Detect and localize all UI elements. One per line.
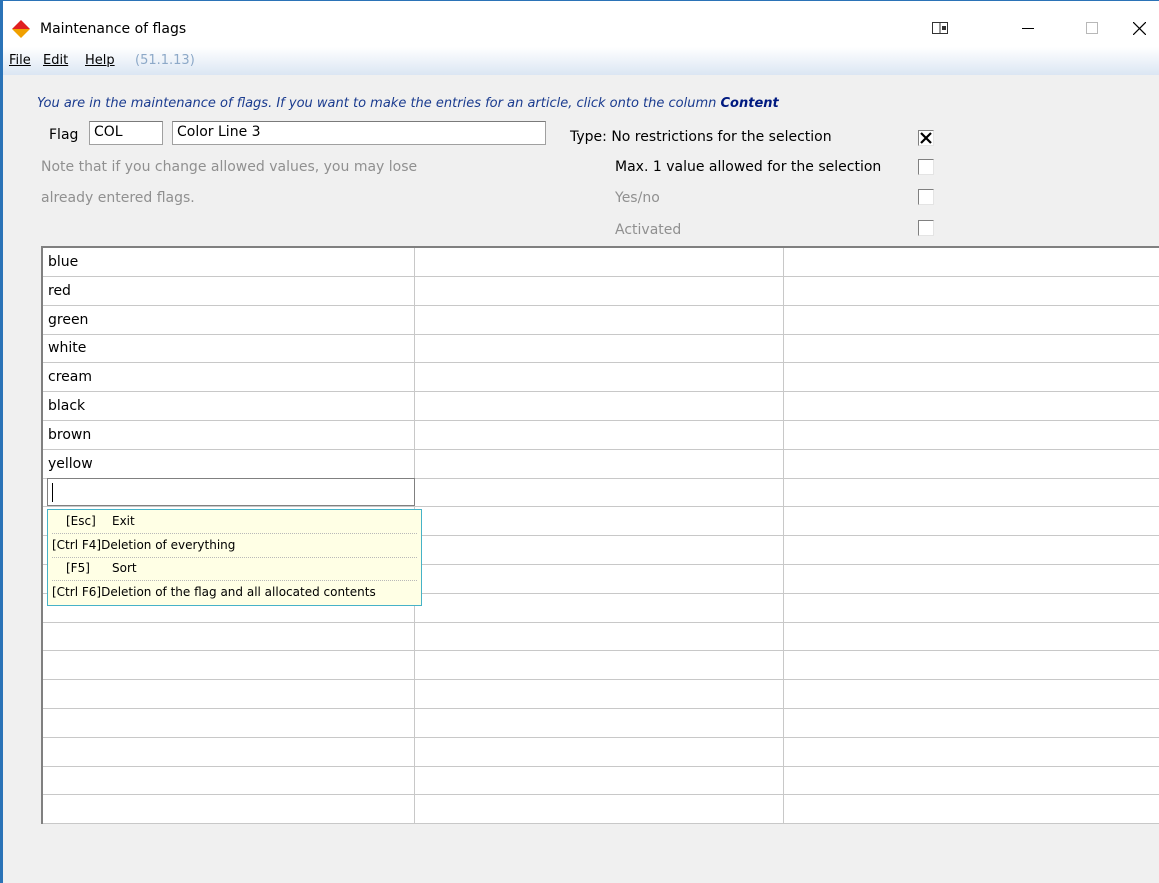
menu-edit[interactable]: Edit bbox=[43, 53, 68, 68]
table-row[interactable]: cream bbox=[43, 363, 1159, 393]
shortcut-action: Exit bbox=[112, 514, 135, 528]
menu-help[interactable]: Help bbox=[85, 53, 115, 68]
window-layout-icon bbox=[932, 22, 948, 34]
info-text: You are in the maintenance of flags. If … bbox=[37, 96, 717, 111]
option-yesno-checkbox[interactable] bbox=[918, 189, 934, 205]
shortcut-action: Sort bbox=[112, 561, 137, 575]
table-row[interactable] bbox=[43, 709, 1159, 738]
close-icon bbox=[1132, 21, 1146, 35]
flag-description-value: Color Line 3 bbox=[177, 124, 261, 140]
shortcut-key: [Ctrl F6] bbox=[52, 584, 102, 599]
shortcut-item[interactable]: [Esc] Exit bbox=[52, 511, 417, 534]
option-yesno-label: Yes/no bbox=[615, 190, 660, 206]
info-message: You are in the maintenance of flags. If … bbox=[37, 96, 779, 111]
flag-code-value: COL bbox=[94, 124, 123, 140]
menu-edit-label: Edit bbox=[43, 53, 69, 68]
option-type-checkbox[interactable] bbox=[918, 130, 934, 146]
table-row[interactable] bbox=[43, 680, 1159, 709]
value-cell: blue bbox=[48, 254, 79, 270]
table-row[interactable] bbox=[43, 795, 1159, 825]
table-row[interactable] bbox=[43, 766, 1159, 796]
flag-code-field[interactable]: COL bbox=[89, 121, 163, 145]
option-max1-label: Max. 1 value allowed for the selection bbox=[615, 159, 882, 175]
note-line-2: already entered flags. bbox=[41, 190, 195, 206]
shortcut-item[interactable]: [F5] Sort bbox=[52, 558, 417, 581]
shortcut-key: [Ctrl F4] bbox=[52, 537, 102, 552]
menu-file-label: File bbox=[9, 53, 31, 68]
table-row[interactable]: brown bbox=[43, 421, 1159, 450]
value-cell: brown bbox=[48, 426, 92, 443]
value-cell: black bbox=[48, 398, 86, 414]
menu-file[interactable]: File bbox=[9, 53, 31, 68]
maximize-button[interactable] bbox=[1069, 11, 1115, 45]
table-row[interactable]: white bbox=[43, 334, 1159, 364]
value-cell: cream bbox=[48, 369, 92, 386]
table-row[interactable] bbox=[43, 622, 1159, 652]
table-row[interactable]: black bbox=[43, 392, 1159, 421]
app-window: Maintenance of flags File Edit Help (51.… bbox=[0, 0, 1159, 883]
text-caret bbox=[52, 483, 53, 502]
shortcut-action: Deletion of the flag and all allocated c… bbox=[101, 584, 376, 599]
table-row[interactable]: green bbox=[43, 306, 1159, 335]
table-row[interactable]: blue bbox=[43, 248, 1159, 277]
version-label: (51.1.13) bbox=[135, 53, 195, 68]
title-bar: Maintenance of flags bbox=[3, 1, 1159, 47]
table-row[interactable] bbox=[43, 651, 1159, 681]
window-title: Maintenance of flags bbox=[40, 21, 187, 37]
info-emphasis: Content bbox=[720, 96, 779, 111]
option-activated-label: Activated bbox=[615, 222, 682, 238]
table-row[interactable]: red bbox=[43, 277, 1159, 306]
new-value-input[interactable] bbox=[47, 478, 415, 506]
flag-label: Flag bbox=[49, 127, 79, 143]
checkmark-x-icon bbox=[920, 132, 932, 144]
app-diamond-icon bbox=[12, 20, 30, 38]
value-cell: yellow bbox=[48, 455, 93, 472]
value-cell: white bbox=[48, 340, 87, 357]
option-activated-checkbox[interactable] bbox=[918, 220, 934, 236]
shortcut-item[interactable]: [Ctrl F4]Deletion of everything bbox=[52, 535, 417, 558]
minimize-button[interactable] bbox=[1005, 11, 1051, 45]
shortcut-item[interactable]: [Ctrl F6]Deletion of the flag and all al… bbox=[52, 582, 417, 605]
shortcut-key: [F5] bbox=[66, 561, 90, 575]
minimize-icon bbox=[1022, 28, 1034, 29]
close-button[interactable] bbox=[1116, 11, 1159, 45]
maximize-icon bbox=[1086, 22, 1098, 34]
option-max1-checkbox[interactable] bbox=[918, 159, 934, 175]
option-type-label: Type: No restrictions for the selection bbox=[570, 129, 832, 145]
menu-bar: File Edit Help (51.1.13) bbox=[3, 47, 1159, 75]
note-line-1: Note that if you change allowed values, … bbox=[41, 159, 418, 175]
table-row[interactable] bbox=[43, 738, 1159, 767]
window-layout-button[interactable] bbox=[917, 11, 963, 45]
value-cell: red bbox=[48, 282, 71, 299]
menu-help-label: Help bbox=[85, 53, 115, 68]
shortcut-action: Deletion of everything bbox=[101, 537, 236, 552]
flag-description-field[interactable]: Color Line 3 bbox=[172, 121, 546, 145]
table-row[interactable]: yellow bbox=[43, 450, 1159, 479]
shortcut-key: [Esc] bbox=[66, 514, 96, 528]
window-bottom-area bbox=[3, 824, 1159, 883]
value-cell: green bbox=[48, 311, 89, 328]
shortcut-popup: [Esc] Exit [Ctrl F4]Deletion of everything… bbox=[47, 509, 422, 606]
